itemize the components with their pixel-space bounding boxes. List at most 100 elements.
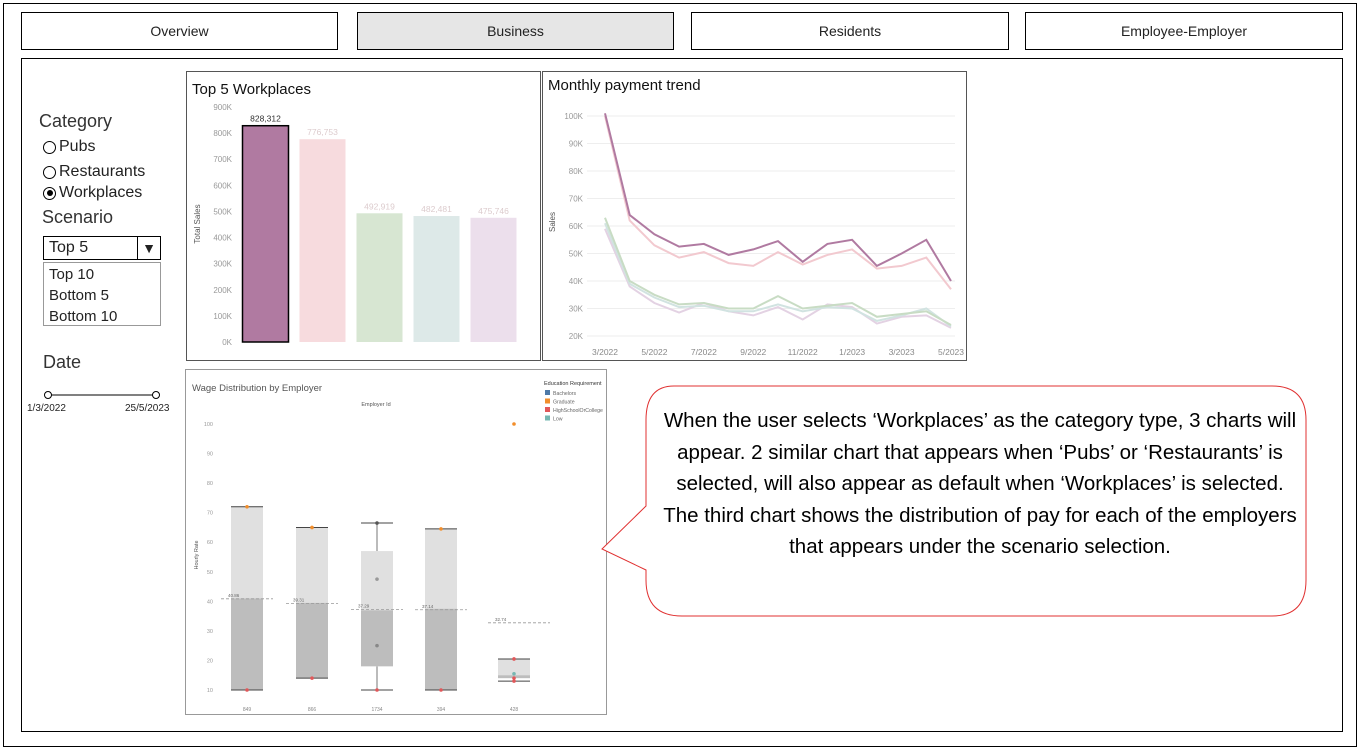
x-tick-label: 428 [510, 707, 519, 713]
legend-swatch [545, 398, 550, 404]
x-tick-label: 11/2022 [788, 347, 818, 357]
legend-label: Low [553, 417, 563, 423]
data-point [245, 688, 249, 692]
y-tick-label: 90 [207, 452, 213, 458]
trend-line-chart: 20K 30K 40K 50K 60K 70K 80K 90K 100K Sales 3/2022 5… [548, 112, 964, 357]
bar [356, 213, 403, 342]
dropdown-value: Top 5 [49, 239, 89, 256]
tab-business[interactable]: Business [357, 12, 674, 50]
y-tick-label: 500K [213, 207, 232, 216]
x-axis-title: Employer Id [361, 402, 390, 408]
y-tick-label: 0K [222, 338, 232, 347]
x-tick-label: 9/2022 [740, 347, 766, 357]
data-point [245, 504, 249, 509]
date-label: Date [43, 352, 82, 372]
y-axis-label: Hourly Rate [194, 540, 200, 569]
tab-overview[interactable]: Overview [21, 12, 338, 50]
data-point [375, 688, 379, 692]
x-tick-label: 866 [308, 707, 317, 713]
reference-label: 40.86 [228, 593, 240, 598]
radio-label: Workplaces [59, 184, 143, 201]
option-top-10[interactable]: Top 10 [49, 264, 155, 285]
box-lower [361, 610, 393, 667]
bar-value-label: 776,753 [307, 127, 338, 137]
top5-chart-panel: Top 5 Workplaces 0K 100K 200K 300K 400K 500K 6… [186, 71, 541, 361]
y-tick-label: 700K [213, 155, 232, 164]
box-upper [296, 527, 328, 603]
y-tick-label: 200K [213, 286, 232, 295]
date-end: 25/5/2023 [125, 403, 170, 414]
data-point [512, 671, 516, 676]
x-tick-label: 1/2023 [839, 347, 865, 357]
bar [299, 139, 346, 342]
x-tick-label: 394 [437, 707, 446, 713]
tab-employee-employer[interactable]: Employee-Employer [1025, 12, 1343, 50]
y-tick-label: 70 [207, 511, 213, 517]
series-line [604, 113, 952, 282]
radio-button-icon [43, 140, 56, 154]
tab-label: Residents [818, 23, 882, 39]
callout-text: When the user selects ‘Workplaces’ as th… [663, 409, 1297, 558]
radio-workplaces[interactable]: Workplaces [43, 184, 142, 202]
bar-value-label: 475,746 [478, 206, 509, 216]
x-tick-label: 7/2022 [691, 347, 717, 357]
radio-label: Pubs [59, 138, 96, 155]
bar [241, 124, 290, 343]
series-line [604, 228, 952, 329]
tab-residents[interactable]: Residents [691, 12, 1009, 50]
date-range-slider[interactable] [40, 388, 164, 402]
scenario-options-list: Top 10 Bottom 5 Bottom 10 [43, 262, 161, 326]
y-tick-label: 40 [207, 599, 213, 605]
bar [413, 216, 460, 342]
bar-value-label: 828,312 [250, 114, 281, 124]
y-axis-label: Total Sales [193, 204, 202, 243]
y-tick-label: 40K [569, 277, 584, 286]
x-tick-label: 849 [243, 707, 252, 713]
data-point [375, 577, 379, 581]
data-point [512, 657, 516, 661]
scenario-label: Scenario [42, 207, 114, 227]
box-upper [231, 506, 263, 599]
y-tick-label: 30K [569, 305, 584, 314]
y-tick-label: 300K [213, 260, 232, 269]
y-tick-label: 400K [213, 234, 232, 243]
box-lower [296, 602, 328, 679]
option-bottom-5[interactable]: Bottom 5 [49, 285, 155, 306]
y-tick-label: 100 [204, 422, 213, 428]
y-tick-label: 100K [213, 312, 232, 321]
data-point [310, 676, 314, 680]
y-tick-label: 100K [564, 112, 583, 121]
radio-button-icon [43, 165, 56, 179]
radio-label: Restaurants [59, 163, 146, 180]
slider-start-handle[interactable] [44, 391, 52, 399]
radio-restaurants[interactable]: Restaurants [43, 163, 145, 181]
box-lower [231, 598, 263, 690]
y-axis-label: Sales [548, 212, 557, 232]
legend-swatch [545, 415, 550, 421]
y-tick-label: 20 [207, 658, 213, 664]
option-bottom-10[interactable]: Bottom 10 [49, 306, 155, 327]
tab-label: Employee-Employer [1120, 23, 1248, 39]
data-point [375, 643, 379, 648]
y-tick-label: 90K [569, 140, 584, 149]
top5-bar-chart: 0K 100K 200K 300K 400K 500K 600K 700K 800K 900K To… [193, 103, 517, 347]
box-lower [425, 608, 457, 690]
y-tick-label: 70K [569, 195, 584, 204]
reference-label: 32.74 [495, 617, 507, 622]
series-line [604, 115, 952, 290]
trend-chart-panel: Monthly payment trend 20K 30K 40K 50K 60K 70K… [542, 71, 967, 361]
y-tick-label: 60 [207, 540, 213, 546]
radio-pubs[interactable]: Pubs [43, 138, 95, 156]
scenario-dropdown[interactable]: Top 5 ▼ [43, 236, 161, 260]
y-tick-label: 800K [213, 129, 232, 138]
y-tick-label: 60K [569, 222, 584, 231]
box-upper [425, 528, 457, 609]
x-tick-label: 3/2022 [592, 347, 618, 357]
slider-end-handle[interactable] [152, 391, 160, 399]
bar [470, 217, 517, 342]
date-start: 1/3/2022 [27, 403, 66, 414]
tab-label: Business [487, 23, 544, 39]
y-tick-label: 600K [213, 181, 232, 190]
triangle-down-icon[interactable]: ▼ [137, 237, 160, 259]
y-tick-label: 30 [207, 629, 213, 635]
